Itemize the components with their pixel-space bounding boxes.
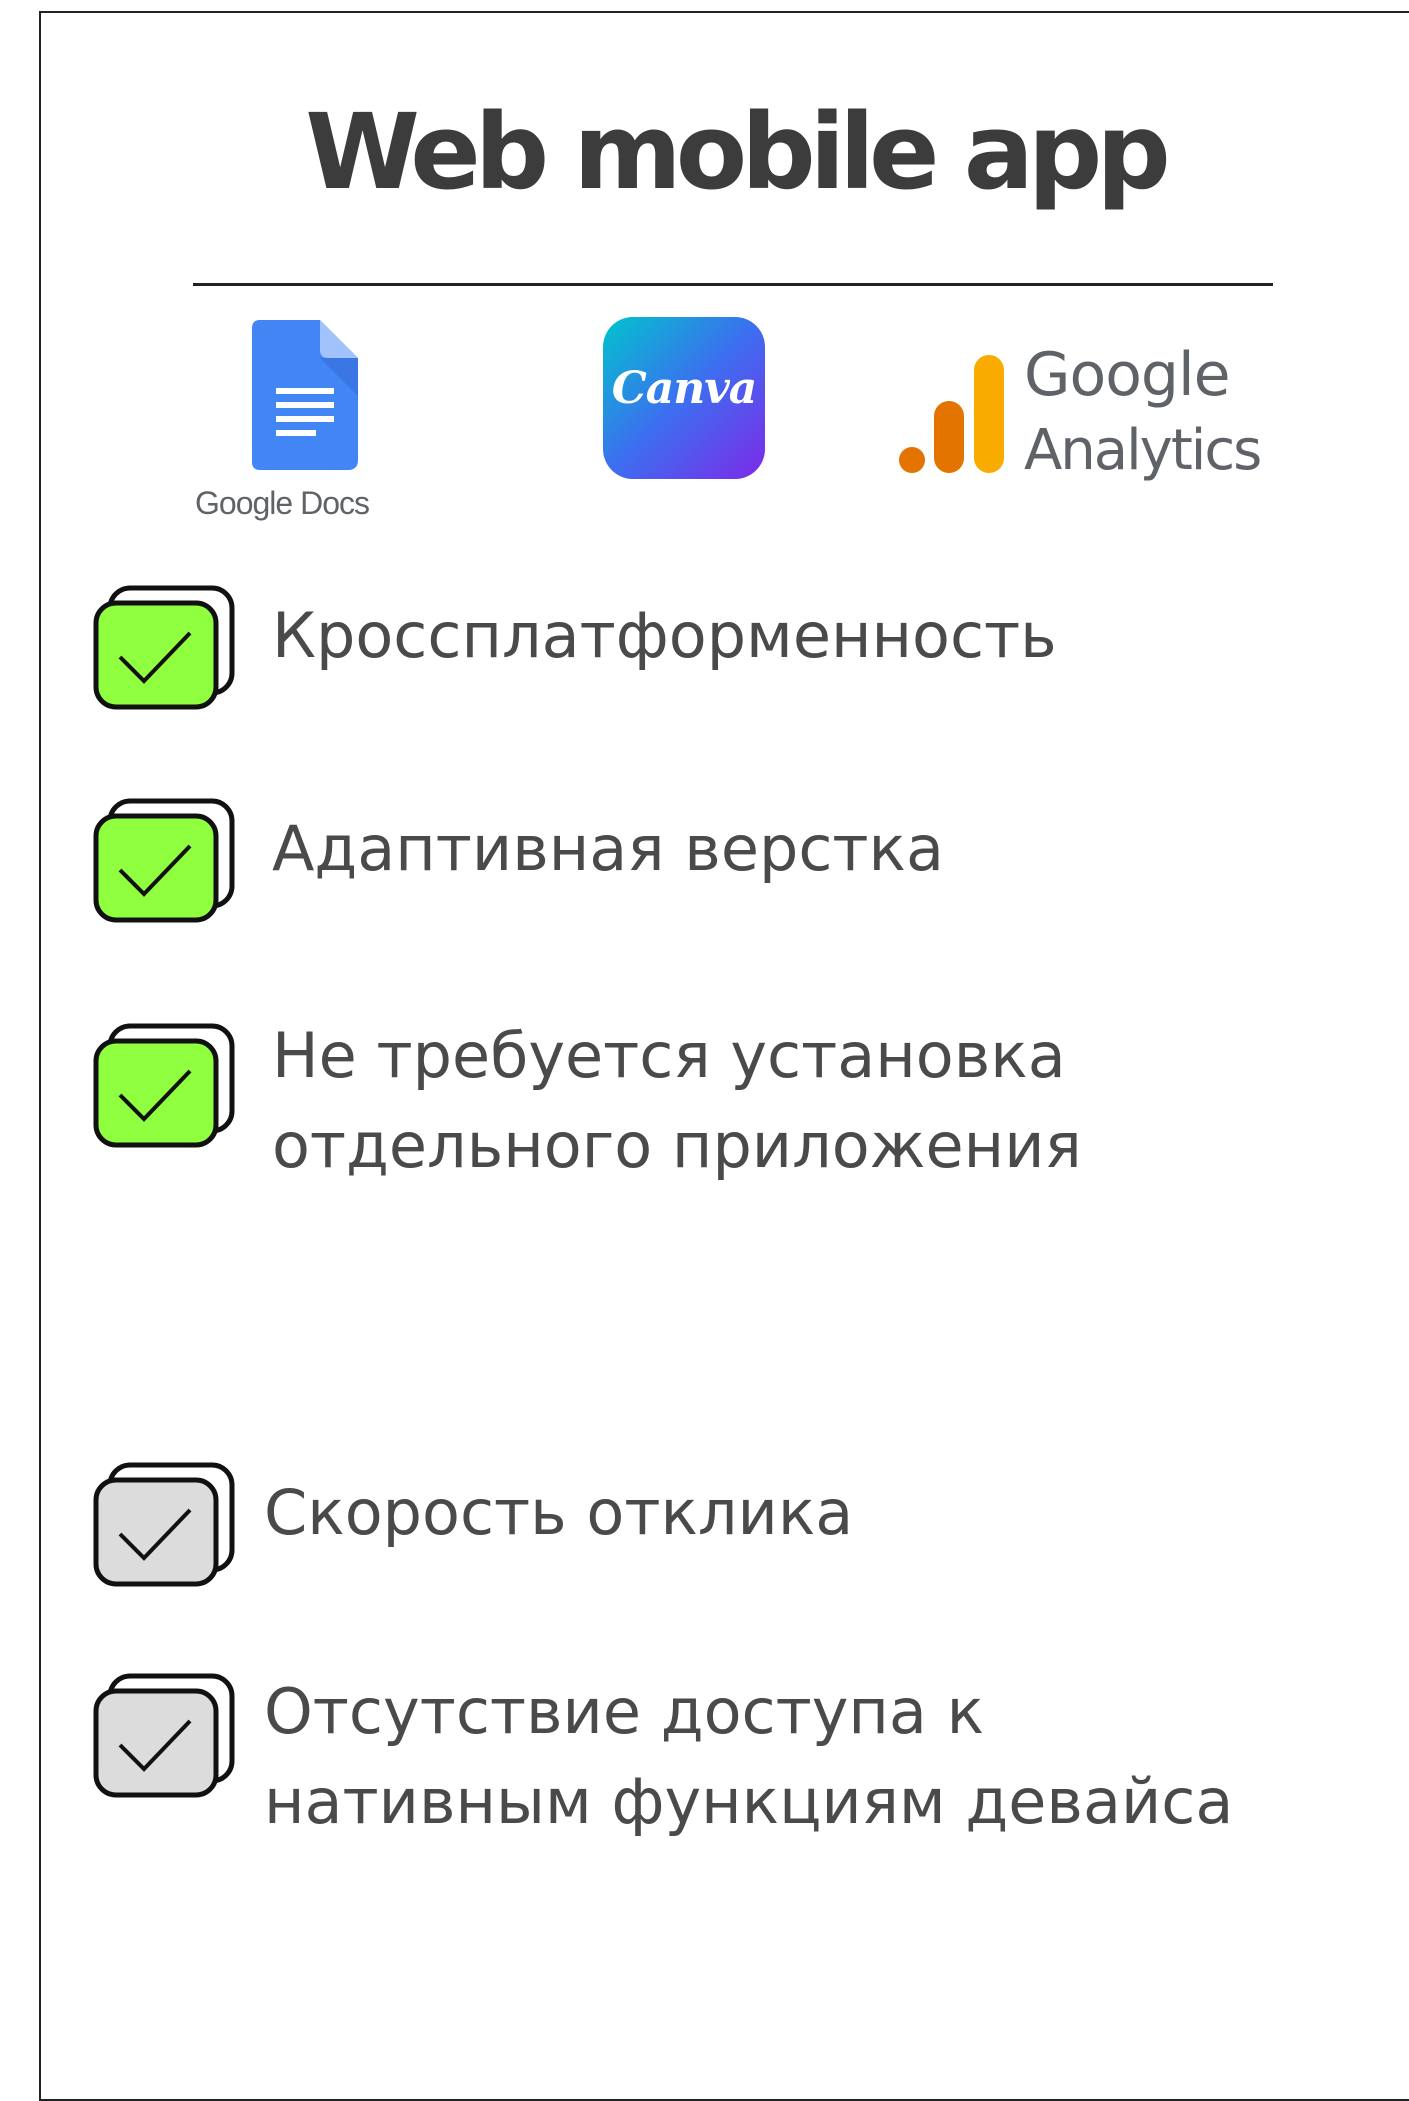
pro-item-line1: Не требуется установка (272, 1019, 1066, 1092)
pro-item-label: Адаптивная верстка (272, 812, 944, 885)
google-analytics-line2: Analytics (1024, 418, 1262, 483)
canva-label: Canva (611, 363, 758, 414)
title-divider (193, 283, 1273, 286)
pro-item-line2: отдельного приложения (272, 1109, 1082, 1182)
google-analytics-line1: Google (1024, 340, 1231, 410)
con-item-label: Скорость отклика (264, 1476, 854, 1549)
checkbox-checked-icon (93, 1023, 235, 1148)
pro-item-label: Кроссплатформенность (272, 599, 1057, 672)
checkbox-checked-icon (93, 798, 235, 923)
con-item-line1: Отсутствие доступа к (264, 1675, 985, 1748)
google-docs-icon (252, 320, 358, 470)
google-docs-logo: Google Docs (195, 320, 415, 530)
checkbox-neutral-icon (93, 1462, 235, 1587)
con-item-label: Отсутствие доступа к нативным функциям д… (264, 1667, 1233, 1847)
google-analytics-icon (899, 355, 1004, 473)
pro-item-label: Не требуется установка отдельного прилож… (272, 1011, 1082, 1191)
google-docs-label: Google Docs (195, 485, 370, 521)
canva-logo: Canva (603, 317, 765, 479)
google-analytics-logo: Google Analytics (898, 345, 1298, 505)
checkbox-neutral-icon (93, 1673, 235, 1798)
checkbox-checked-icon (93, 585, 235, 710)
page-title: Web mobile app (305, 91, 1171, 213)
con-item-line2: нативным функциям девайса (264, 1765, 1234, 1838)
